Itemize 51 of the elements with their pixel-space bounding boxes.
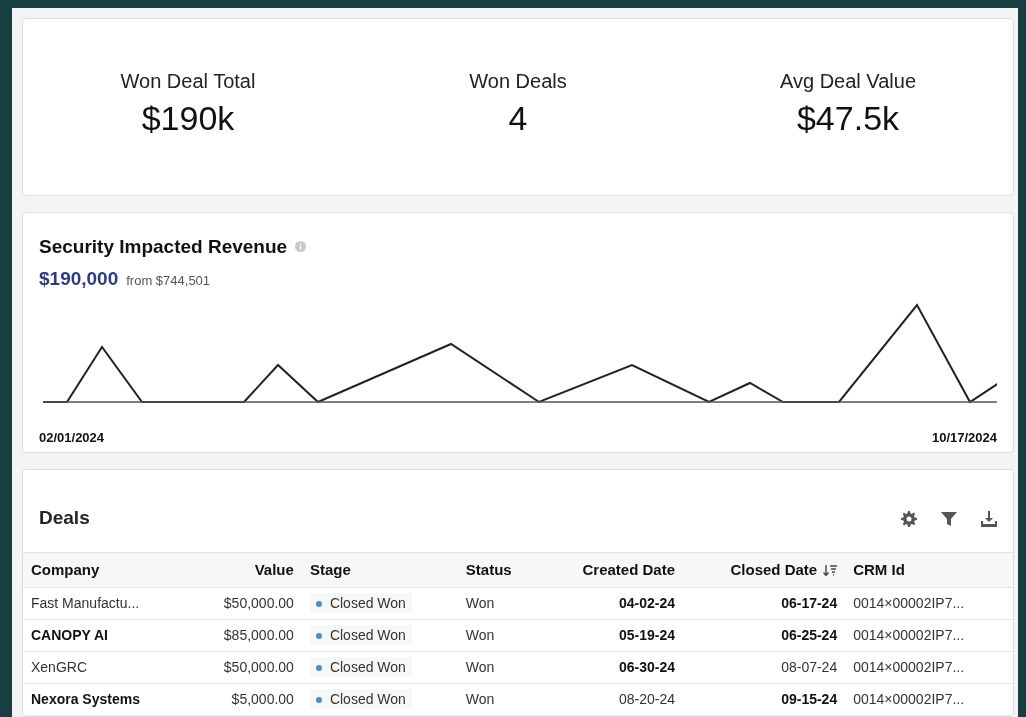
kpi-label: Won Deals (468, 68, 568, 94)
download-icon[interactable] (981, 510, 997, 527)
filter-icon[interactable] (941, 510, 957, 527)
column-header[interactable]: Status (457, 552, 540, 588)
table-cell: $50,000.00 (188, 651, 302, 684)
table-cell: 08-20-24 (539, 683, 684, 716)
table-cell: Won (457, 683, 540, 716)
table-cell: Won (457, 587, 540, 620)
sort-icon[interactable] (823, 564, 838, 577)
table-cell: Won (457, 651, 540, 684)
table-cell: 09-15-24 (683, 683, 846, 716)
kpi-label: Avg Deal Value (779, 68, 917, 94)
stage-tag: Closed Won (309, 657, 412, 677)
table-cell: 06-30-24 (539, 651, 684, 684)
table-cell: 0014×00002IP7... (845, 683, 1013, 716)
chart-title: Security Impacted Revenue (39, 234, 288, 259)
column-header[interactable]: Created Date (539, 552, 684, 588)
column-header[interactable]: Company (23, 552, 189, 588)
table-cell: $50,000.00 (188, 587, 302, 620)
column-header[interactable]: Closed Date (683, 552, 846, 588)
table-cell: 04-02-24 (539, 587, 684, 620)
table-cell: Won (457, 619, 540, 652)
stage-tag: Closed Won (309, 625, 412, 645)
table-cell: 06-17-24 (683, 587, 846, 620)
kpi-label: Won Deal Total (119, 68, 257, 94)
revenue-amount: $190,000 (39, 267, 119, 291)
kpi-value: $190k (140, 97, 236, 139)
table-cell: Nexora Systems (23, 683, 189, 716)
table-cell: $5,000.00 (188, 683, 302, 716)
table-title: Deals (39, 506, 90, 531)
column-header[interactable]: CRM Id (845, 552, 1013, 588)
table-cell: XenGRC (23, 651, 189, 684)
kpi-value: 4 (507, 97, 529, 139)
table-cell: CANOPY AI (23, 619, 189, 652)
table-cell: 0014×00002IP7... (845, 587, 1013, 620)
table-cell: 08-07-24 (683, 651, 846, 684)
stage-tag: Closed Won (309, 593, 412, 613)
end-date: 10/17/2024 (931, 428, 997, 447)
table-cell: 05-19-24 (539, 619, 684, 652)
column-header[interactable]: Value (188, 552, 302, 588)
revenue-baseline: from $744,501 (126, 272, 211, 290)
stage-tag: Closed Won (309, 689, 412, 709)
start-date: 02/01/2024 (39, 428, 105, 447)
table-cell: 06-25-24 (683, 619, 846, 652)
table-cell: 0014×00002IP7... (845, 651, 1013, 684)
column-header[interactable]: Stage (301, 552, 458, 588)
settings-icon[interactable] (901, 510, 917, 527)
table-cell: Fast Manufactu... (23, 587, 189, 620)
table-cell: $85,000.00 (188, 619, 302, 652)
kpi-value: $47.5k (795, 97, 901, 139)
table-cell: 0014×00002IP7... (845, 619, 1013, 652)
